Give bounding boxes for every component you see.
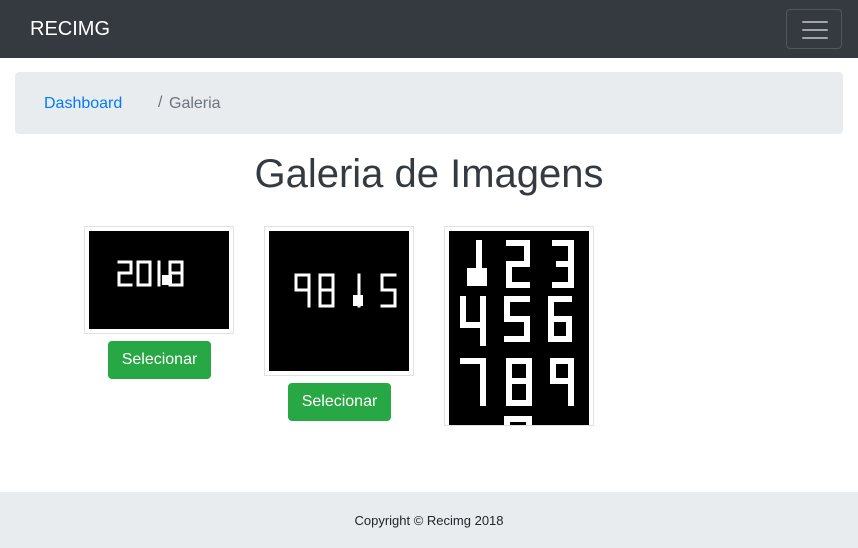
breadcrumb-link-dashboard[interactable]: Dashboard <box>44 94 122 113</box>
footer-copyright: Copyright © Recimg 2018 <box>354 513 504 528</box>
navbar-toggler-button[interactable] <box>786 9 842 49</box>
gallery-image-9815[interactable] <box>264 226 414 376</box>
select-button-image-2[interactable]: Selecionar <box>288 383 391 421</box>
gallery-image-2018[interactable] <box>84 226 234 334</box>
select-button-image-1[interactable]: Selecionar <box>108 341 211 379</box>
breadcrumb: Dashboard / Galeria <box>15 72 843 134</box>
navbar-brand[interactable]: RECIMG <box>30 17 110 41</box>
digit-image-grid <box>449 231 589 425</box>
footer: Copyright © Recimg 2018 <box>0 492 858 548</box>
digit-image-9815 <box>269 231 409 371</box>
page-title: Galeria de Imagens <box>254 152 604 196</box>
navbar: RECIMG <box>0 0 858 58</box>
gallery-image-digits-grid[interactable] <box>444 226 594 426</box>
hamburger-icon <box>802 20 828 40</box>
breadcrumb-separator: / <box>158 94 163 111</box>
digit-image-2018 <box>89 231 229 329</box>
breadcrumb-active-galeria: Galeria <box>169 95 221 112</box>
